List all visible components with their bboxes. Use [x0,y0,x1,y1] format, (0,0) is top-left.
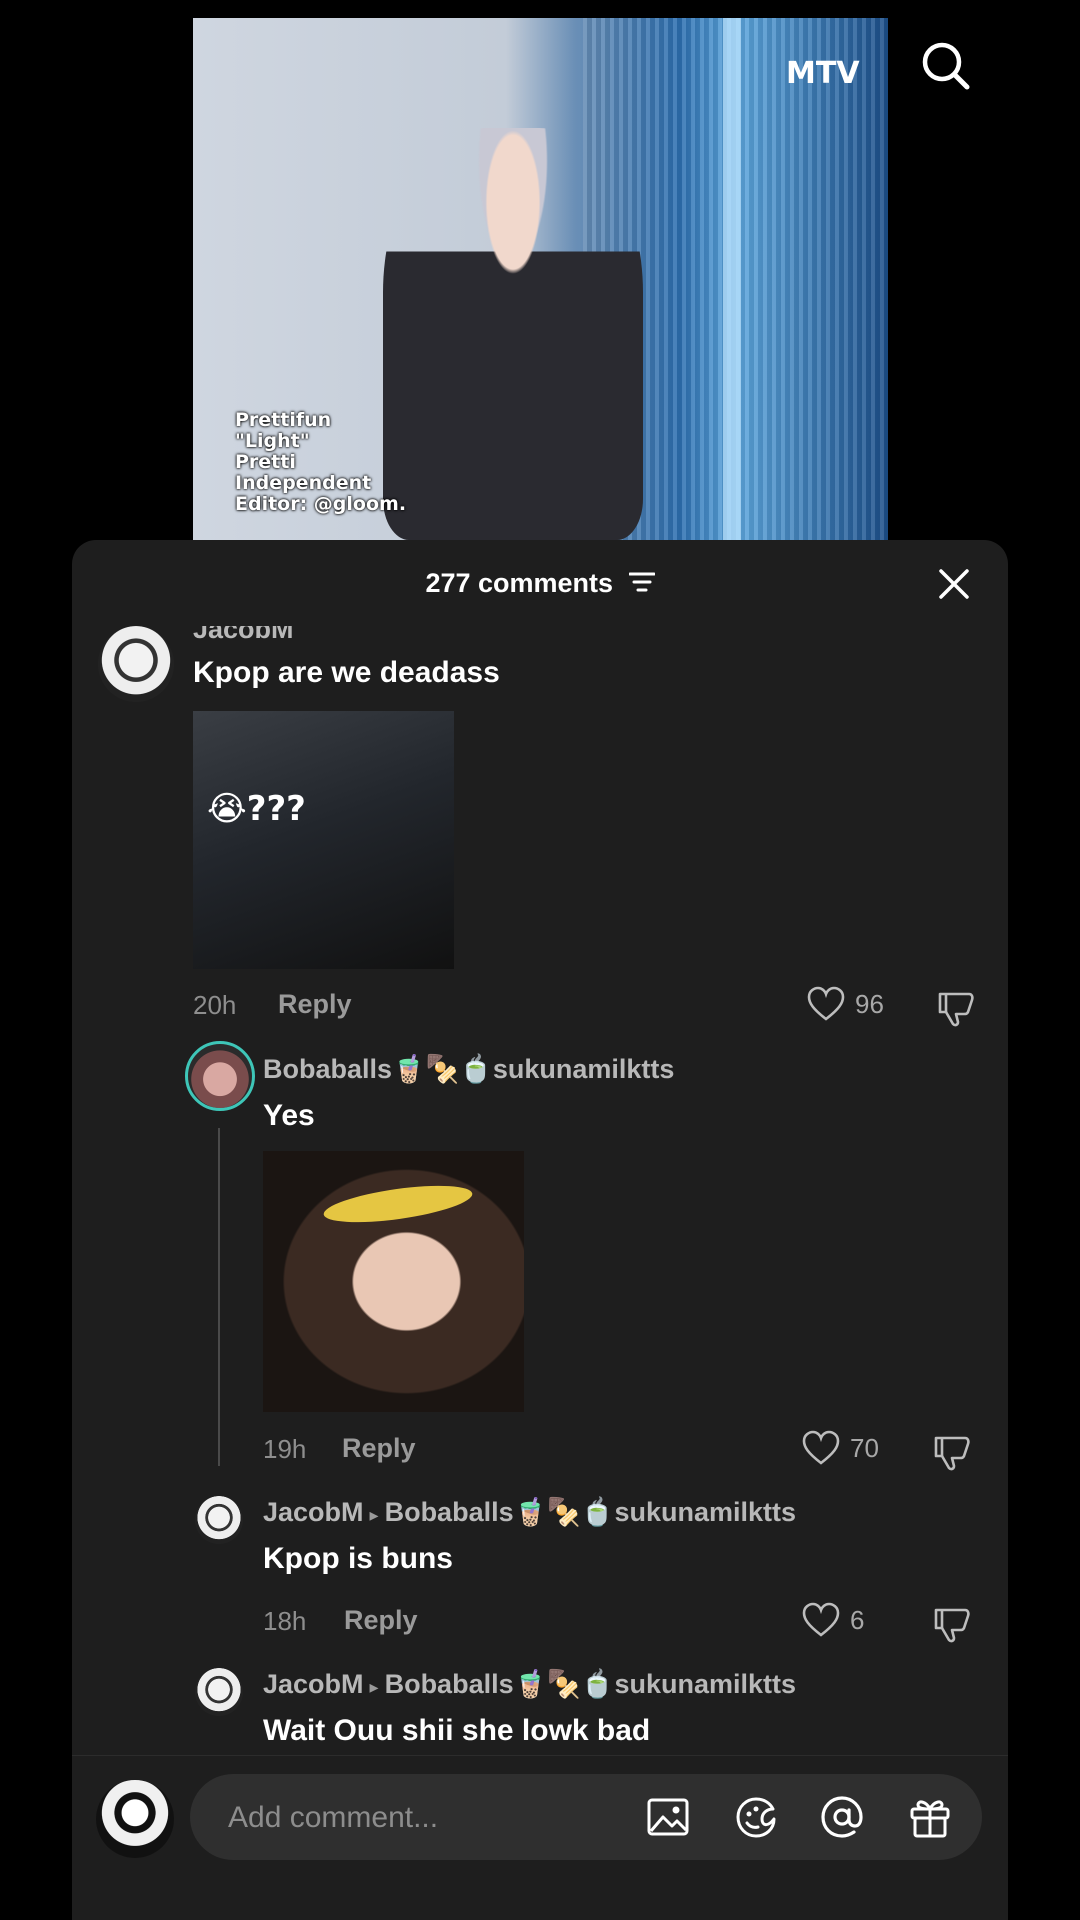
gift-icon[interactable] [908,1795,952,1839]
reply-arrow-icon: ▸ [369,1505,379,1525]
avatar[interactable] [195,1496,243,1544]
comment-time: 19h [263,1434,307,1464]
dislike-icon[interactable] [932,1432,972,1472]
comment-username[interactable]: JacobM ▸ Bobaballs🧋🍢🍵sukunamilktts [263,1668,796,1700]
comment-text: Yes [263,1099,315,1132]
video-player[interactable]: MTV Prettifun "Light" Pretti Independent… [193,18,888,540]
comments-sheet: 277 comments JacobM Kpop are we deadass … [72,540,1008,1920]
reply-button[interactable]: Reply [344,1605,418,1636]
comment-input[interactable] [226,1774,610,1862]
comment-composer [72,1755,1008,1920]
image-overlay-text: 😭??? [207,789,306,829]
avatar[interactable] [185,1041,255,1111]
mention-icon[interactable] [820,1795,864,1839]
like-button[interactable]: 70 [802,1430,879,1466]
comment-text: Wait Ouu shii she lowk bad [263,1714,651,1746]
heart-icon [802,1602,840,1637]
comment-image[interactable] [263,1151,524,1412]
comments-count: 277 comments [72,568,1008,600]
comment-text: Kpop are we deadass [193,656,500,689]
comment-image[interactable]: 😭??? [193,711,454,969]
like-count: 96 [855,988,884,1019]
comment-input-container[interactable] [190,1774,982,1862]
like-button[interactable]: 96 [807,986,884,1022]
like-count: 70 [850,1432,879,1463]
avatar[interactable] [195,1668,243,1716]
sticker-icon[interactable] [734,1795,778,1839]
image-icon[interactable] [646,1795,690,1839]
comment-username[interactable]: Bobaballs🧋🍢🍵sukunamilktts [263,1053,674,1085]
comments-header: 277 comments [72,540,1008,626]
comment-time: 20h [193,990,237,1020]
comment-list[interactable]: JacobM Kpop are we deadass 😭??? 20h Repl… [72,626,1008,1746]
heart-icon [807,986,845,1021]
reply-button[interactable]: Reply [342,1433,416,1464]
avatar[interactable] [98,626,174,702]
reply-arrow-icon: ▸ [369,1677,379,1697]
like-button[interactable]: 6 [802,1602,864,1638]
comment-username[interactable]: JacobM [193,626,294,645]
my-avatar[interactable] [96,1780,174,1858]
thread-line [218,1128,220,1466]
comment-username[interactable]: JacobM ▸ Bobaballs🧋🍢🍵sukunamilktts [263,1496,796,1528]
search-icon[interactable] [920,40,972,92]
dislike-icon[interactable] [932,1604,972,1644]
comment-text: Kpop is buns [263,1542,453,1575]
heart-icon [802,1430,840,1465]
reply-button[interactable]: Reply [278,989,352,1020]
sort-filter-icon[interactable] [628,569,656,600]
channel-logo: MTV [786,56,860,91]
like-count: 6 [850,1604,865,1635]
dislike-icon[interactable] [936,988,976,1028]
video-caption: Prettifun "Light" Pretti Independent Edi… [235,409,407,515]
close-icon[interactable] [938,568,970,600]
comment-time: 18h [263,1606,307,1636]
video-performer [383,128,643,540]
